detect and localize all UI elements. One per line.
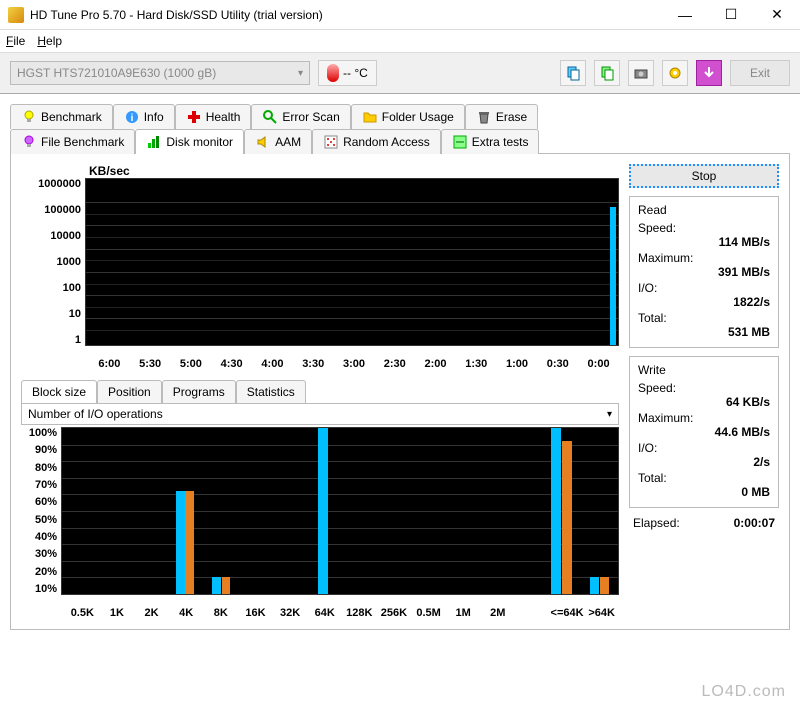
write-speed-value: 64 KB/s <box>638 395 770 409</box>
chart2-y-axis: 100%90%80%70%60%50%40%30%20%10% <box>21 427 61 595</box>
trash-icon <box>476 109 492 125</box>
toolbar: HGST HTS721010A9E630 (1000 gB) ▾ -- °C E… <box>0 52 800 94</box>
read-max-value: 391 MB/s <box>638 265 770 279</box>
tab-folder-usage[interactable]: Folder Usage <box>351 104 465 129</box>
read-speed-label: Speed: <box>638 221 770 235</box>
menu-help[interactable]: Help <box>37 34 62 48</box>
chart2-x-axis: 0.5K1K2K4K8K16K32K64K128K256K0.5M1M2M<=6… <box>65 607 619 619</box>
stop-button[interactable]: Stop <box>629 164 779 188</box>
subtab-statistics[interactable]: Statistics <box>236 380 306 403</box>
subtab-programs[interactable]: Programs <box>162 380 236 403</box>
read-io-value: 1822/s <box>638 295 770 309</box>
camera-icon <box>633 65 649 81</box>
write-speed-label: Speed: <box>638 381 770 395</box>
chart1-x-axis: 6:005:305:004:304:003:303:002:302:001:30… <box>89 358 619 370</box>
chart1-bar <box>610 207 616 345</box>
subtab-block-size[interactable]: Block size <box>21 380 97 403</box>
copy-info-button[interactable] <box>560 60 586 86</box>
tab-disk-monitor[interactable]: Disk monitor <box>135 129 244 154</box>
svg-text:i: i <box>130 113 133 124</box>
chevron-down-icon: ▾ <box>298 68 303 79</box>
tab-info[interactable]: iInfo <box>113 104 175 129</box>
maximize-button[interactable]: ☐ <box>708 0 754 30</box>
health-cross-icon <box>186 109 202 125</box>
exit-button[interactable]: Exit <box>730 60 790 86</box>
thermometer-icon <box>327 64 339 82</box>
gear-icon <box>667 65 683 81</box>
read-max-label: Maximum: <box>638 251 770 265</box>
menu-file[interactable]: File <box>6 34 25 48</box>
elapsed-label: Elapsed: <box>633 516 680 530</box>
app-icon <box>8 7 24 23</box>
temperature-value: -- °C <box>343 66 368 80</box>
watermark: LO4D.com <box>702 683 786 701</box>
chevron-down-icon: ▾ <box>607 409 612 420</box>
lightbulb-icon <box>21 109 37 125</box>
write-max-label: Maximum: <box>638 411 770 425</box>
write-title: Write <box>638 363 770 377</box>
lightbulb-purple-icon <box>21 134 37 150</box>
random-icon <box>323 134 339 150</box>
read-total-value: 531 MB <box>638 325 770 339</box>
read-total-label: Total: <box>638 311 770 325</box>
write-io-label: I/O: <box>638 441 770 455</box>
tab-error-scan[interactable]: Error Scan <box>251 104 350 129</box>
tabs-row1: Benchmark iInfo Health Error Scan Folder… <box>10 104 790 129</box>
magnifier-icon <box>262 109 278 125</box>
chart1-y-axis: 1000000100000100001000100101 <box>21 178 85 346</box>
write-total-label: Total: <box>638 471 770 485</box>
menubar: File Help <box>0 30 800 52</box>
tab-aam[interactable]: AAM <box>244 129 312 154</box>
tab-file-benchmark[interactable]: File Benchmark <box>10 129 135 154</box>
subtabs: Block size Position Programs Statistics <box>21 380 619 404</box>
window-title: HD Tune Pro 5.70 - Hard Disk/SSD Utility… <box>30 8 662 22</box>
read-io-label: I/O: <box>638 281 770 295</box>
temperature-display: -- °C <box>318 60 377 86</box>
chart1-area <box>85 178 619 346</box>
write-panel: Write Speed:64 KB/s Maximum:44.6 MB/s I/… <box>629 356 779 508</box>
folder-icon <box>362 109 378 125</box>
drive-select[interactable]: HGST HTS721010A9E630 (1000 gB) ▾ <box>10 61 310 85</box>
drive-select-value: HGST HTS721010A9E630 (1000 gB) <box>17 66 216 80</box>
read-speed-value: 114 MB/s <box>638 235 770 249</box>
copy-green-icon <box>599 65 615 81</box>
tab-health[interactable]: Health <box>175 104 252 129</box>
write-max-value: 44.6 MB/s <box>638 425 770 439</box>
elapsed-value: 0:00:07 <box>734 516 775 530</box>
write-total-value: 0 MB <box>638 485 770 499</box>
copy-screenshot-button[interactable] <box>594 60 620 86</box>
tools-icon <box>452 134 468 150</box>
elapsed-row: Elapsed: 0:00:07 <box>629 516 779 530</box>
write-io-value: 2/s <box>638 455 770 469</box>
options-button[interactable] <box>662 60 688 86</box>
speaker-icon <box>255 134 271 150</box>
tab-erase[interactable]: Erase <box>465 104 538 129</box>
tab-content: KB/sec 1000000100000100001000100101 6:00… <box>10 153 790 630</box>
chart1-title: KB/sec <box>89 164 619 178</box>
chart2-metric-select[interactable]: Number of I/O operations ▾ <box>21 404 619 425</box>
info-icon: i <box>124 109 140 125</box>
tab-extra-tests[interactable]: Extra tests <box>441 129 540 154</box>
close-button[interactable]: ✕ <box>754 0 800 30</box>
download-arrow-icon <box>701 65 717 81</box>
titlebar: HD Tune Pro 5.70 - Hard Disk/SSD Utility… <box>0 0 800 30</box>
minimize-button[interactable]: — <box>662 0 708 30</box>
read-title: Read <box>638 203 770 217</box>
tabs-row2: File Benchmark Disk monitor AAM Random A… <box>10 129 790 154</box>
tab-benchmark[interactable]: Benchmark <box>10 104 113 129</box>
tab-random-access[interactable]: Random Access <box>312 129 441 154</box>
subtab-position[interactable]: Position <box>97 380 162 403</box>
chart-icon <box>146 134 162 150</box>
chart2-area <box>61 427 619 595</box>
copy-icon <box>565 65 581 81</box>
screenshot-button[interactable] <box>628 60 654 86</box>
save-button[interactable] <box>696 60 722 86</box>
read-panel: Read Speed:114 MB/s Maximum:391 MB/s I/O… <box>629 196 779 348</box>
